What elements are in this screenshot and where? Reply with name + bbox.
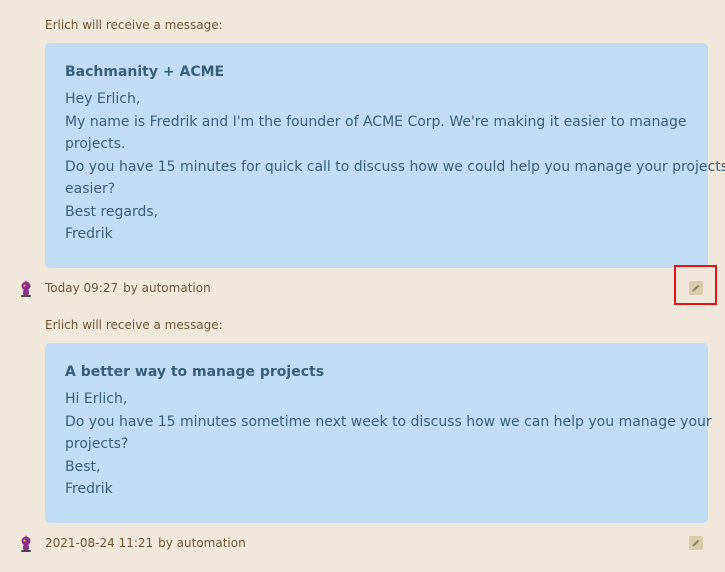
message-line: easier? (65, 181, 116, 197)
robot-avatar-icon (18, 279, 34, 299)
message-body: Hi Erlich, Do you have 15 minutes someti… (65, 388, 712, 501)
message-meta-row: 2021-08-24 11:21 by automation (0, 534, 725, 554)
message-line: Hey Erlich, (65, 91, 141, 107)
message-line: Best, (65, 458, 101, 475)
message-line: Hi Erlich, (65, 391, 128, 407)
recipient-label: Erlich will receive a message: (45, 18, 223, 32)
message-line: Best regards, (65, 203, 159, 220)
message-meta-row: Today 09:27 by automation (0, 279, 725, 299)
message-author: by automation (123, 281, 211, 295)
message-line: Do you have 15 minutes for quick call to… (65, 158, 725, 175)
message-author: by automation (158, 536, 246, 550)
message-body: Hey Erlich, My name is Fredrik and I'm t… (65, 88, 725, 246)
message-timestamp: 2021-08-24 11:21 (45, 536, 154, 550)
message-card: A better way to manage projects Hi Erlic… (45, 343, 712, 523)
message-line: Do you have 15 minutes sometime next wee… (65, 413, 712, 430)
message-line: projects? (65, 436, 129, 452)
edit-message-button[interactable] (689, 536, 703, 550)
message-line: Fredrik (65, 226, 113, 242)
message-meta: 2021-08-24 11:21 by automation (45, 536, 246, 550)
message-subject: Bachmanity + ACME (65, 64, 225, 80)
message-timestamp: Today 09:27 (45, 281, 119, 295)
message-line: Fredrik (65, 481, 113, 497)
pencil-icon (692, 539, 700, 547)
message-line: projects. (65, 136, 126, 152)
message-line: My name is Fredrik and I'm the founder o… (65, 113, 687, 130)
recipient-label: Erlich will receive a message: (45, 318, 223, 332)
robot-avatar-icon (18, 534, 34, 554)
message-card: Bachmanity + ACME Hey Erlich, My name is… (45, 43, 725, 268)
message-subject: A better way to manage projects (65, 364, 325, 380)
edit-button-highlight (674, 265, 717, 305)
message-meta: Today 09:27 by automation (45, 281, 211, 295)
